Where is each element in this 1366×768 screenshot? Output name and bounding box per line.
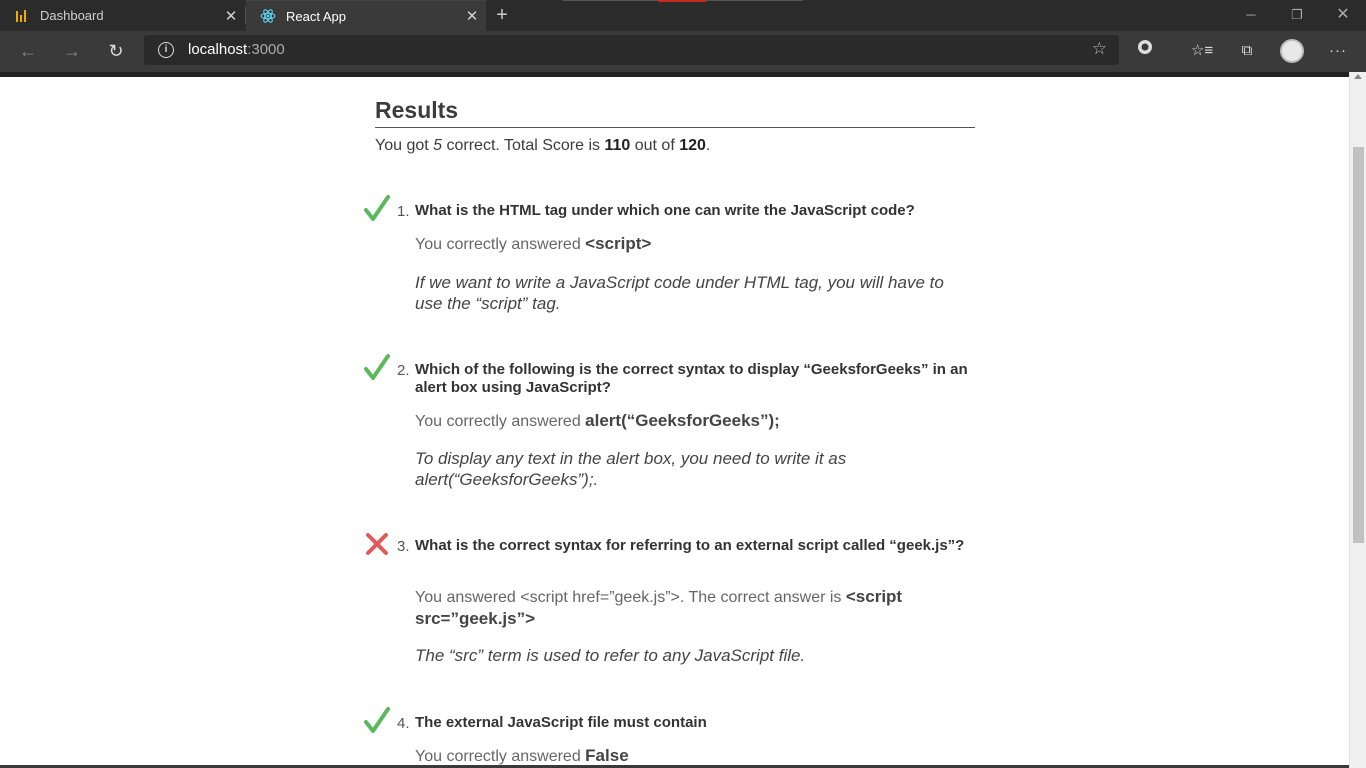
collections-icon[interactable]: ⧉ (1235, 39, 1259, 63)
checkmark-icon (364, 354, 390, 380)
question-number: 2. (397, 362, 410, 379)
address-bar[interactable]: i localhost:3000 ☆ (144, 35, 1119, 65)
scroll-up-icon[interactable] (1354, 74, 1362, 79)
forward-icon[interactable]: → (56, 35, 88, 67)
answer-line: You answered <script href=”geek.js”>. Th… (415, 587, 903, 628)
checkmark-icon (364, 195, 390, 221)
explanation: To display any text in the alert box, yo… (415, 449, 847, 489)
back-icon[interactable]: ← (12, 35, 44, 67)
question-text: The external JavaScript file must contai… (415, 714, 707, 731)
url-text: localhost:3000 (188, 41, 285, 58)
tab-title: React App (286, 8, 346, 24)
more-icon[interactable]: ··· (1326, 39, 1350, 63)
star-icon[interactable]: ☆ (1092, 39, 1107, 59)
cross-icon (366, 533, 388, 555)
explanation: The “src” term is used to refer to any J… (415, 646, 806, 665)
tab-dashboard[interactable]: Dashboard ✕ (0, 0, 245, 31)
browser-toolbar: ← → ↻ i localhost:3000 ☆ ☆≡ ⧉ ··· (0, 31, 1366, 72)
answer-line: You correctly answered False (415, 746, 629, 765)
question-text: Which of the following is the correct sy… (415, 361, 968, 396)
minimize-icon[interactable]: ─ (1228, 0, 1274, 31)
close-icon[interactable]: ✕ (458, 7, 486, 25)
bar-chart-icon (14, 8, 30, 24)
explanation: If we want to write a JavaScript code un… (415, 273, 944, 313)
info-icon[interactable]: i (158, 42, 174, 58)
tab-bar: Dashboard ✕ React App ✕ + ─ ❐ ✕ (0, 0, 1366, 31)
answer-line: You correctly answered <script> (415, 234, 652, 253)
scrollbar-thumb[interactable] (1353, 147, 1364, 543)
question-number: 1. (397, 203, 410, 220)
score-summary: You got 5 correct. Total Score is 110 ou… (375, 137, 711, 154)
answer-line: You correctly answered alert(“GeeksforGe… (415, 411, 780, 430)
extension-icon[interactable] (1133, 39, 1157, 63)
new-tab-icon[interactable]: + (490, 3, 514, 27)
restore-icon[interactable]: ❐ (1274, 0, 1320, 31)
avatar[interactable] (1280, 39, 1304, 63)
refresh-icon[interactable]: ↻ (100, 35, 132, 67)
tab-title: Dashboard (40, 8, 104, 23)
react-icon (260, 8, 276, 24)
page-title: Results (375, 97, 975, 128)
question-number: 4. (397, 715, 410, 732)
question-text: What is the correct syntax for referring… (415, 537, 965, 554)
title-bar-accent (658, 0, 706, 2)
favorites-icon[interactable]: ☆≡ (1190, 39, 1214, 63)
tab-react-app[interactable]: React App ✕ (246, 0, 486, 31)
close-icon[interactable]: ✕ (217, 7, 245, 25)
question-text: What is the HTML tag under which one can… (415, 202, 915, 219)
close-window-icon[interactable]: ✕ (1320, 0, 1366, 31)
page-viewport: Results You got 5 correct. Total Score i… (0, 77, 1349, 766)
checkmark-icon (364, 707, 390, 733)
page-scrollbar[interactable] (1349, 72, 1366, 768)
question-number: 3. (397, 538, 410, 555)
